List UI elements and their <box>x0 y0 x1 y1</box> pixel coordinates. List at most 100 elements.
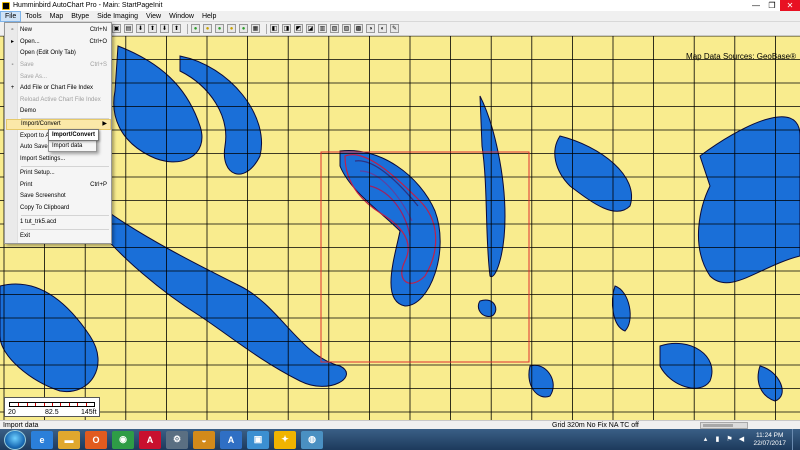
network-icon[interactable]: ◍ <box>301 430 323 449</box>
menu-help[interactable]: Help <box>198 11 220 22</box>
show-desktop-button[interactable] <box>792 429 800 450</box>
toolbar-button-22[interactable]: ◐ <box>378 24 387 33</box>
menu-item-label: Print <box>20 182 33 188</box>
system-tray: ▴ ▮ ⚑ ◀ 11:24 PM 22/07/2017 <box>701 429 800 450</box>
pond-south <box>477 299 497 317</box>
toolbar-button-21[interactable]: ◑ <box>366 24 375 33</box>
clock-time: 11:24 PM <box>756 431 784 439</box>
toolbar-button-8[interactable]: ● <box>203 24 212 33</box>
menu-item-save-screenshot[interactable]: Save Screenshot <box>6 191 111 202</box>
close-button[interactable]: ✕ <box>780 0 800 11</box>
menu-item-shortcut: Ctrl+O <box>89 39 107 45</box>
explorer-icon[interactable]: ▬ <box>58 430 80 449</box>
menu-item-reload-index[interactable]: Reload Active Chart File Index <box>6 95 111 106</box>
submenu-item-import-data[interactable]: Import data <box>50 141 95 151</box>
menu-item-import-settings[interactable]: Import Settings... <box>6 154 111 165</box>
map-view[interactable]: Map Data Sources: GeoBase® 20 82.5 145ft <box>0 36 800 420</box>
menu-item-recent-file[interactable]: 1 tut_trk5.acd <box>6 217 111 228</box>
toolbar-button-5[interactable]: ⬇ <box>160 24 169 33</box>
text-icon[interactable]: A <box>220 430 242 449</box>
app-icon <box>2 1 10 10</box>
menu-window[interactable]: Window <box>165 11 198 22</box>
tray-network-icon[interactable]: ▮ <box>713 436 721 444</box>
map-canvas[interactable] <box>0 36 800 420</box>
menu-item-shortcut: Ctrl+S <box>90 62 107 68</box>
horizontal-scrollbar[interactable] <box>700 422 748 429</box>
menu-map[interactable]: Map <box>46 11 68 22</box>
sailing-icon[interactable]: ◒ <box>193 430 215 449</box>
menu-item-label: Demo <box>20 108 37 114</box>
scale-bar: 20 82.5 145ft <box>4 397 100 417</box>
ie-icon[interactable]: e <box>31 430 53 449</box>
menu-item-label: Auto Save <box>20 144 48 150</box>
menu-bar: File Tools Map Btype Side Imaging View W… <box>0 10 800 22</box>
menu-item-label: Print Setup... <box>20 170 55 176</box>
tray-flag-icon[interactable]: ⚑ <box>725 436 733 444</box>
toolbar-button-15[interactable]: ◩ <box>294 24 303 33</box>
menu-item-save-as[interactable]: Save As... <box>6 72 111 83</box>
lake-east-large <box>697 116 800 284</box>
start-button[interactable] <box>4 429 26 450</box>
menu-tools[interactable]: Tools <box>21 11 45 22</box>
office-icon[interactable]: O <box>85 430 107 449</box>
menu-item-label: Open (Edit Only Tab) <box>20 50 76 56</box>
photo-icon[interactable]: ▣ <box>247 430 269 449</box>
menu-item-label: Add File or Chart File Index <box>20 85 94 91</box>
menu-item-print-setup[interactable]: Print Setup... <box>6 168 111 179</box>
menu-item-label: 1 tut_trk5.acd <box>20 219 57 225</box>
menu-item-demo[interactable]: Demo <box>6 106 111 117</box>
acrobat-icon[interactable]: A <box>139 430 161 449</box>
menu-separator <box>21 166 109 167</box>
chrome-icon[interactable]: ◉ <box>112 430 134 449</box>
autochart-icon[interactable]: ✦ <box>274 430 296 449</box>
clock[interactable]: 11:24 PM 22/07/2017 <box>753 432 786 448</box>
clock-date: 22/07/2017 <box>753 439 786 447</box>
toolbar-button-4[interactable]: ⬆ <box>148 24 157 33</box>
menu-item-copy-clipboard[interactable]: Copy To Clipboard <box>6 203 111 214</box>
toolbar-button-3[interactable]: ⬇ <box>136 24 145 33</box>
scale-label-start: 20 <box>8 409 16 416</box>
menu-side-imaging[interactable]: Side Imaging <box>93 11 142 22</box>
toolbar-button-18[interactable]: ▧ <box>330 24 339 33</box>
toolbar-button-1[interactable]: ▣ <box>112 24 121 33</box>
menu-item-exit[interactable]: Exit <box>6 231 111 242</box>
toolbar-button-14[interactable]: ◨ <box>282 24 291 33</box>
minimize-button[interactable]: — <box>748 0 764 11</box>
menu-item-label: Exit <box>20 233 31 239</box>
menu-file[interactable]: File <box>0 10 22 22</box>
menu-item-open-edit-only[interactable]: Open (Edit Only Tab) <box>6 48 111 59</box>
toolbar-button-20[interactable]: ▩ <box>354 24 363 33</box>
toolbar-separator <box>187 23 188 34</box>
river-main <box>99 205 347 387</box>
scale-label-end: 145ft <box>81 409 97 416</box>
menu-view[interactable]: View <box>142 11 165 22</box>
maximize-button[interactable]: ❐ <box>764 0 780 11</box>
toolbar-button-13[interactable]: ◧ <box>270 24 279 33</box>
menu-item-print[interactable]: Print Ctrl+P <box>6 180 111 191</box>
toolbar-button-10[interactable]: ● <box>227 24 236 33</box>
toolbar-button-11[interactable]: ● <box>239 24 248 33</box>
map-source-label: Map Data Sources: GeoBase® <box>686 52 796 61</box>
menu-item-new[interactable]: ▫ New Ctrl+N <box>6 25 111 36</box>
menu-item-label: Import/Convert <box>21 121 61 127</box>
toolbar-button-6[interactable]: ⬆ <box>172 24 181 33</box>
tool-icon[interactable]: ⚙ <box>166 430 188 449</box>
menu-btype[interactable]: Btype <box>67 11 93 22</box>
toolbar: ▣ ▤ ⬇ ⬆ ⬇ ⬆ ● ● ● ● ● ▦ ◧ ◨ ◩ ◪ ▥ ▧ ▨ ▩ … <box>0 22 800 36</box>
menu-item-save[interactable]: ▪ Save Ctrl+S <box>6 60 111 71</box>
toolbar-button-16[interactable]: ◪ <box>306 24 315 33</box>
tray-arrow-icon[interactable]: ▴ <box>701 436 709 444</box>
toolbar-separator <box>266 23 267 34</box>
toolbar-button-17[interactable]: ▥ <box>318 24 327 33</box>
toolbar-button-9[interactable]: ● <box>215 24 224 33</box>
toolbar-button-12[interactable]: ▦ <box>251 24 260 33</box>
menu-item-add-file[interactable]: + Add File or Chart File Index <box>6 83 111 94</box>
toolbar-button-2[interactable]: ▤ <box>124 24 133 33</box>
toolbar-button-7[interactable]: ● <box>191 24 200 33</box>
toolbar-button-19[interactable]: ▨ <box>342 24 351 33</box>
menu-item-label: Export to A <box>20 133 50 139</box>
toolbar-button-23[interactable]: ✎ <box>390 24 399 33</box>
tray-volume-icon[interactable]: ◀ <box>737 436 745 444</box>
menu-item-open[interactable]: ▸ Open... Ctrl+O <box>6 37 111 48</box>
title-bar: Humminbird AutoChart Pro - Main: StartPa… <box>0 0 800 11</box>
